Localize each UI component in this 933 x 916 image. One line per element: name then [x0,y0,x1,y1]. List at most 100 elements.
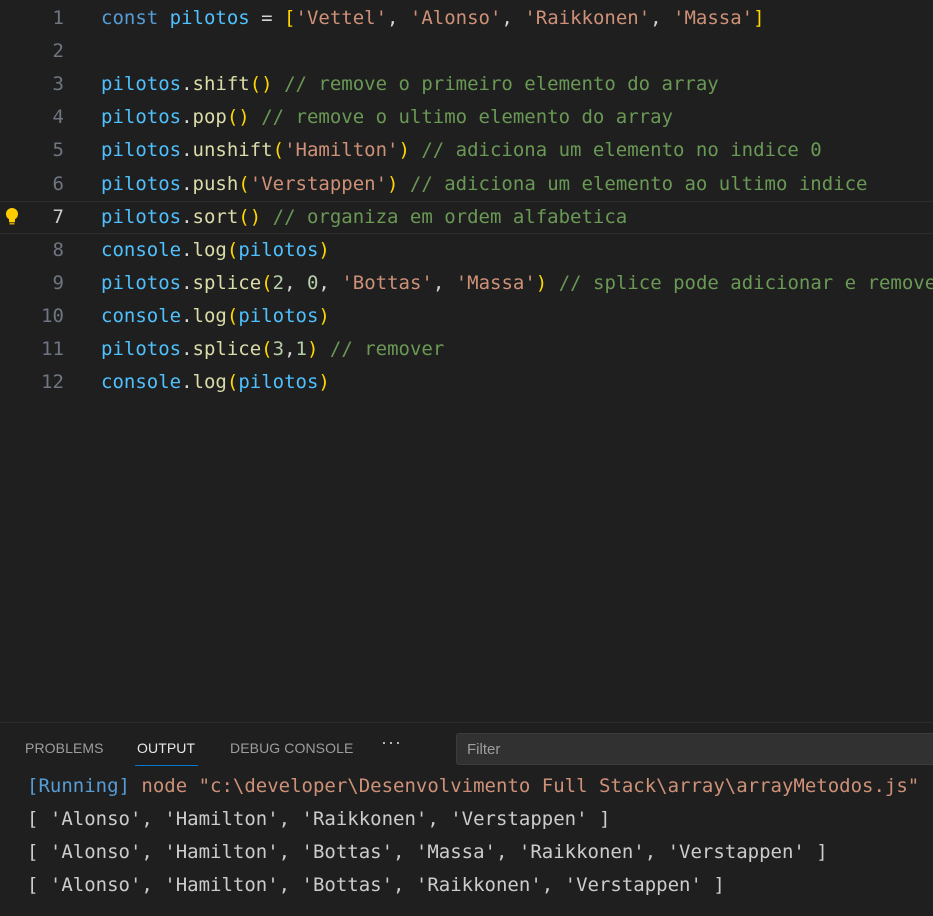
code-token: ( [261,271,273,294]
code-token: , [284,271,307,294]
code-token: pilotos [101,106,182,129]
line-number: 2 [52,40,64,63]
code-token: . [181,371,193,394]
more-actions-icon[interactable]: ··· [381,732,402,753]
code-token: console [101,238,182,261]
code-token: shift [192,73,250,96]
tab-output[interactable]: OUTPUT [137,740,195,756]
code-token: pilotos [101,73,182,96]
code-token: // adiciona um elemento ao ultimo indice [398,172,868,195]
line-number: 3 [52,73,64,96]
line-number: 1 [52,7,64,29]
code-token: . [181,139,193,162]
line-number: 4 [52,106,64,129]
filter-input[interactable]: Filter [456,733,933,765]
code-token: ) [318,371,330,394]
code-token: pilotos [101,271,182,294]
tab-debug-console[interactable]: DEBUG CONSOLE [230,740,353,756]
code-token: ( [226,371,239,394]
output-running-line: [Running] node "c:\developer\Desenvolvim… [27,770,919,803]
code-token: pilotos [101,205,182,228]
code-token: 'Bottas' [341,271,433,294]
code-token: ( [238,172,250,195]
line-number: 6 [52,172,64,195]
code-token: ) [535,271,548,294]
code-token: . [181,304,193,327]
code-token: log [192,371,227,394]
code-token: ( [226,238,239,261]
code-editor[interactable]: 1 const pilotos = ['Vettel', 'Alonso', 'R… [0,0,933,722]
code-token: () [238,205,262,228]
code-token: () [226,106,250,129]
code-token: 'Alonso' [409,7,502,29]
code-token: ( [226,304,239,327]
code-token: . [181,172,193,195]
code-token: ) [318,304,330,327]
filter-placeholder: Filter [467,741,501,758]
code-token: 'Vettel' [295,7,388,29]
code-line[interactable]: 7 pilotos.sort() // organiza em ordem alf… [0,201,933,234]
code-token: . [181,271,193,294]
line-number: 9 [52,271,64,294]
code-text: pilotos.shift() // remove o primeiro ele… [101,68,719,101]
code-token: pilotos [101,338,182,360]
output-line: [ 'Alonso', 'Hamilton', 'Bottas', 'Massa… [27,841,828,863]
code-token: // remove o primeiro elemento do array [272,73,719,96]
code-line[interactable]: 10 console.log(pilotos) [0,300,933,333]
code-token: ) [387,172,399,195]
line-number: 5 [52,139,64,162]
code-line[interactable]: 1 const pilotos = ['Vettel', 'Alonso', 'R… [0,2,933,35]
code-token: 1 [295,338,307,360]
code-token: () [249,73,273,96]
code-text: pilotos.push('Verstappen') // adiciona u… [101,168,867,201]
code-token: pilotos [101,139,182,162]
code-token: 2 [272,271,285,294]
tab-problems[interactable]: PROBLEMS [25,740,104,756]
code-token: 'Massa' [455,271,536,294]
code-text: pilotos.splice(2, 0, 'Bottas', 'Massa') … [101,267,933,300]
code-token: 'Hamilton' [284,139,399,162]
code-token: 3 [272,338,285,360]
output-line: [ 'Alonso', 'Hamilton', 'Bottas', 'Raikk… [27,874,725,896]
code-line[interactable]: 6 pilotos.push('Verstappen') // adiciona … [0,168,933,201]
code-token: push [192,172,239,195]
code-token: pilotos [238,304,319,327]
output-line: [ 'Alonso', 'Hamilton', 'Raikkonen', 'Ve… [27,808,611,830]
code-token: . [181,73,193,96]
output-panel[interactable]: [Running] node "c:\developer\Desenvolvim… [0,773,933,916]
lightbulb-icon[interactable] [5,207,19,227]
code-token: splice [192,338,262,360]
code-token: ( [272,139,285,162]
code-token: ( [261,338,273,360]
code-text: console.log(pilotos) [101,300,330,333]
code-token: , [432,271,456,294]
code-token: // remove o ultimo elemento do array [249,106,673,129]
code-line[interactable]: 11 pilotos.splice(3,1) // remover [0,333,933,366]
code-line[interactable]: 9 pilotos.splice(2, 0, 'Bottas', 'Massa')… [0,267,933,300]
code-token: pop [192,106,227,129]
code-token: const [101,7,170,29]
code-token: . [181,238,193,261]
code-text: console.log(pilotos) [101,234,330,267]
code-token: unshift [192,139,273,162]
code-token: console [101,304,182,327]
code-token: pilotos [169,7,250,29]
code-token: 0 [306,271,319,294]
code-token: = [249,7,285,29]
code-line[interactable]: 12 console.log(pilotos) [0,366,933,399]
code-line[interactable]: 3 pilotos.shift() // remove o primeiro el… [0,68,933,101]
code-token: , [501,7,525,29]
code-line[interactable]: 8 console.log(pilotos) [0,234,933,267]
running-command: node "c:\developer\Desenvolvimento Full … [129,775,920,797]
active-tab-indicator [135,765,198,766]
code-text: const pilotos = ['Vettel', 'Alonso', 'Ra… [101,2,765,35]
code-line[interactable]: 4 pilotos.pop() // remove o ultimo elemen… [0,101,933,134]
running-tag: [Running] [27,775,130,797]
code-token: // adiciona um elemento no indice 0 [409,139,822,162]
code-line[interactable]: 5 pilotos.unshift('Hamilton') // adiciona… [0,134,933,167]
line-number: 11 [41,338,64,360]
code-token: log [192,304,227,327]
code-token: // splice pode adicionar e remover [547,271,933,294]
code-token: [ [284,7,296,29]
code-line[interactable]: 2 [0,35,933,68]
